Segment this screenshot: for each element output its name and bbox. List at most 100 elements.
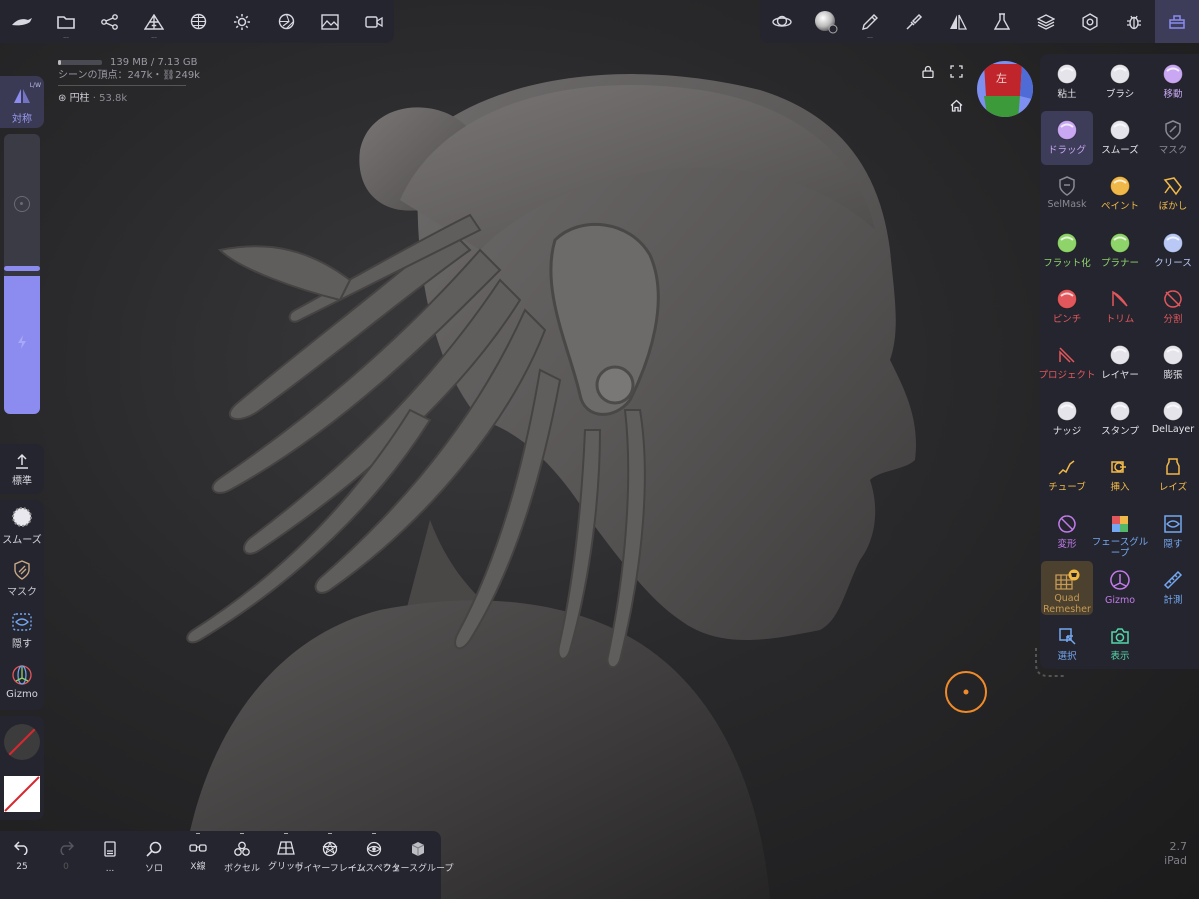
- brush-label: 挿入: [1110, 482, 1130, 494]
- wireframe-button[interactable]: ワイヤーフレーム: [295, 831, 365, 899]
- brush-item-29-icon: [1162, 569, 1184, 591]
- radius-slider[interactable]: [4, 134, 40, 270]
- voxel-button[interactable]: ボクセル: [220, 831, 264, 899]
- brush-label: 表示: [1110, 651, 1130, 662]
- brush-item-24[interactable]: 変形: [1041, 505, 1093, 559]
- topology-icon[interactable]: ...: [132, 0, 176, 43]
- orientation-cube[interactable]: 左: [976, 60, 1034, 118]
- camera-icon[interactable]: [352, 0, 396, 43]
- material-swatch[interactable]: [4, 724, 40, 760]
- brush-item-25[interactable]: フェースグループ: [1092, 505, 1148, 559]
- intensity-slider[interactable]: [4, 276, 40, 414]
- brush-selmask[interactable]: SelMask: [1041, 167, 1093, 221]
- active-object[interactable]: ⊛ 円柱 · 53.8k: [58, 92, 200, 105]
- material-sphere-icon[interactable]: [804, 0, 848, 43]
- folder-icon[interactable]: ...: [44, 0, 88, 43]
- brush-item-16-icon: [1109, 344, 1131, 366]
- brush-label: チューブ: [1048, 482, 1086, 494]
- brush-label: DelLayer: [1151, 424, 1195, 436]
- brush-item-23[interactable]: レイズ: [1147, 448, 1199, 502]
- brush-item-22[interactable]: 挿入: [1094, 448, 1146, 502]
- redo-button[interactable]: 0: [44, 831, 88, 899]
- stats-divider: [58, 85, 186, 86]
- brush-item-21[interactable]: チューブ: [1041, 448, 1093, 502]
- brush-selmask-icon: [1056, 175, 1078, 197]
- brush-gizmo[interactable]: Gizmo: [1094, 561, 1146, 615]
- brush-item-30[interactable]: 選択: [1041, 617, 1093, 671]
- brush-item-8[interactable]: ぼかし: [1147, 167, 1199, 221]
- brush-item-14[interactable]: 分割: [1147, 280, 1199, 334]
- settings-icon[interactable]: [1068, 0, 1112, 43]
- brush-item-16[interactable]: レイヤー: [1094, 336, 1146, 390]
- left-tool-gizmo[interactable]: Gizmo: [0, 664, 44, 700]
- brush-label: クリース: [1154, 257, 1192, 269]
- brush-item-12[interactable]: ピンチ: [1041, 280, 1093, 334]
- multiresolution-icon[interactable]: [176, 0, 220, 43]
- fullscreen-icon[interactable]: [946, 62, 966, 80]
- left-tool-standard[interactable]: 標準: [0, 444, 44, 494]
- brush-item-7-icon: [1109, 175, 1131, 197]
- scene-graph-icon[interactable]: [88, 0, 132, 43]
- brush-label: フラット化: [1043, 257, 1091, 269]
- radius-slider-handle[interactable]: [4, 266, 40, 271]
- brush-item-0[interactable]: 粘土: [1041, 55, 1093, 109]
- brush-item-29[interactable]: 計測: [1147, 561, 1199, 615]
- brush-item-9[interactable]: フラット化: [1041, 224, 1093, 278]
- left-tool-mask-label: マスク: [7, 587, 37, 598]
- facegroup-button[interactable]: フェースグループ: [383, 831, 454, 899]
- sculpt-viewport[interactable]: [0, 0, 1199, 899]
- brush-item-7[interactable]: ペイント: [1094, 167, 1146, 221]
- left-tool-mask[interactable]: マスク: [0, 560, 44, 598]
- symmetry-icon[interactable]: [936, 0, 980, 43]
- menu-button[interactable]: ...: [88, 831, 132, 899]
- bug-icon[interactable]: [1112, 0, 1156, 43]
- brush-item-2[interactable]: 移動: [1147, 55, 1199, 109]
- brush-item-17[interactable]: 膨張: [1147, 336, 1199, 390]
- brush-item-10-icon: [1109, 232, 1131, 254]
- vertex-count: シーンの頂点：247k・: [58, 70, 163, 81]
- brush-item-13-icon: [1109, 288, 1131, 310]
- brush-item-10[interactable]: プラナー: [1094, 224, 1146, 278]
- stroke-icon[interactable]: [892, 0, 936, 43]
- material-icon[interactable]: [264, 0, 308, 43]
- brush-item-31[interactable]: 表示: [1094, 617, 1146, 671]
- pencil-icon[interactable]: ...: [848, 0, 892, 43]
- brush-item-5[interactable]: マスク: [1147, 111, 1199, 165]
- tool-settings-icon[interactable]: [760, 0, 804, 43]
- brush-item-13[interactable]: トリム: [1094, 280, 1146, 334]
- object-name: 円柱: [69, 93, 90, 104]
- color-swatch[interactable]: [4, 776, 40, 812]
- brush-item-11[interactable]: クリース: [1147, 224, 1199, 278]
- brush-item-26[interactable]: 隠す: [1147, 505, 1199, 559]
- tools-icon[interactable]: [1155, 0, 1199, 43]
- undo-button[interactable]: 25: [0, 831, 44, 899]
- light-icon[interactable]: [220, 0, 264, 43]
- brush-item-1[interactable]: ブラシ: [1094, 55, 1146, 109]
- brush-item-18[interactable]: ナッジ: [1041, 392, 1093, 446]
- top-right-toolbar: ...: [760, 0, 1199, 43]
- home-view-icon[interactable]: [946, 96, 966, 114]
- brush-dellayer-icon: [1162, 400, 1184, 422]
- flask-icon[interactable]: [980, 0, 1024, 43]
- wireframe-icon: [322, 841, 338, 857]
- symmetry-toggle[interactable]: L/W 対称: [0, 76, 44, 128]
- left-tool-smooth[interactable]: スムーズ: [0, 506, 44, 546]
- vertex-link-count: 249k: [175, 70, 200, 81]
- brush-label: 膨張: [1163, 370, 1183, 381]
- left-tool-hide[interactable]: 隠す: [0, 612, 44, 650]
- brush-item-3[interactable]: ドラッグ: [1041, 111, 1093, 166]
- xray-button[interactable]: X線: [176, 831, 220, 899]
- brush-item-4[interactable]: スムーズ: [1094, 111, 1146, 165]
- shark-icon[interactable]: [0, 0, 44, 43]
- solo-button[interactable]: ソロ: [132, 831, 176, 899]
- brush-quad-remesher[interactable]: Quad Remesher: [1041, 560, 1093, 615]
- brush-label: 選択: [1057, 651, 1077, 662]
- brush-item-15[interactable]: プロジェクト: [1039, 336, 1096, 390]
- lock-icon[interactable]: [918, 62, 938, 80]
- background-icon[interactable]: [308, 0, 352, 43]
- xray-glasses-icon: [189, 844, 207, 852]
- brush-dellayer[interactable]: DelLayer: [1147, 392, 1199, 446]
- brush-item-23-icon: [1162, 456, 1184, 478]
- layers-icon[interactable]: [1024, 0, 1068, 43]
- brush-item-19[interactable]: スタンプ: [1094, 392, 1146, 446]
